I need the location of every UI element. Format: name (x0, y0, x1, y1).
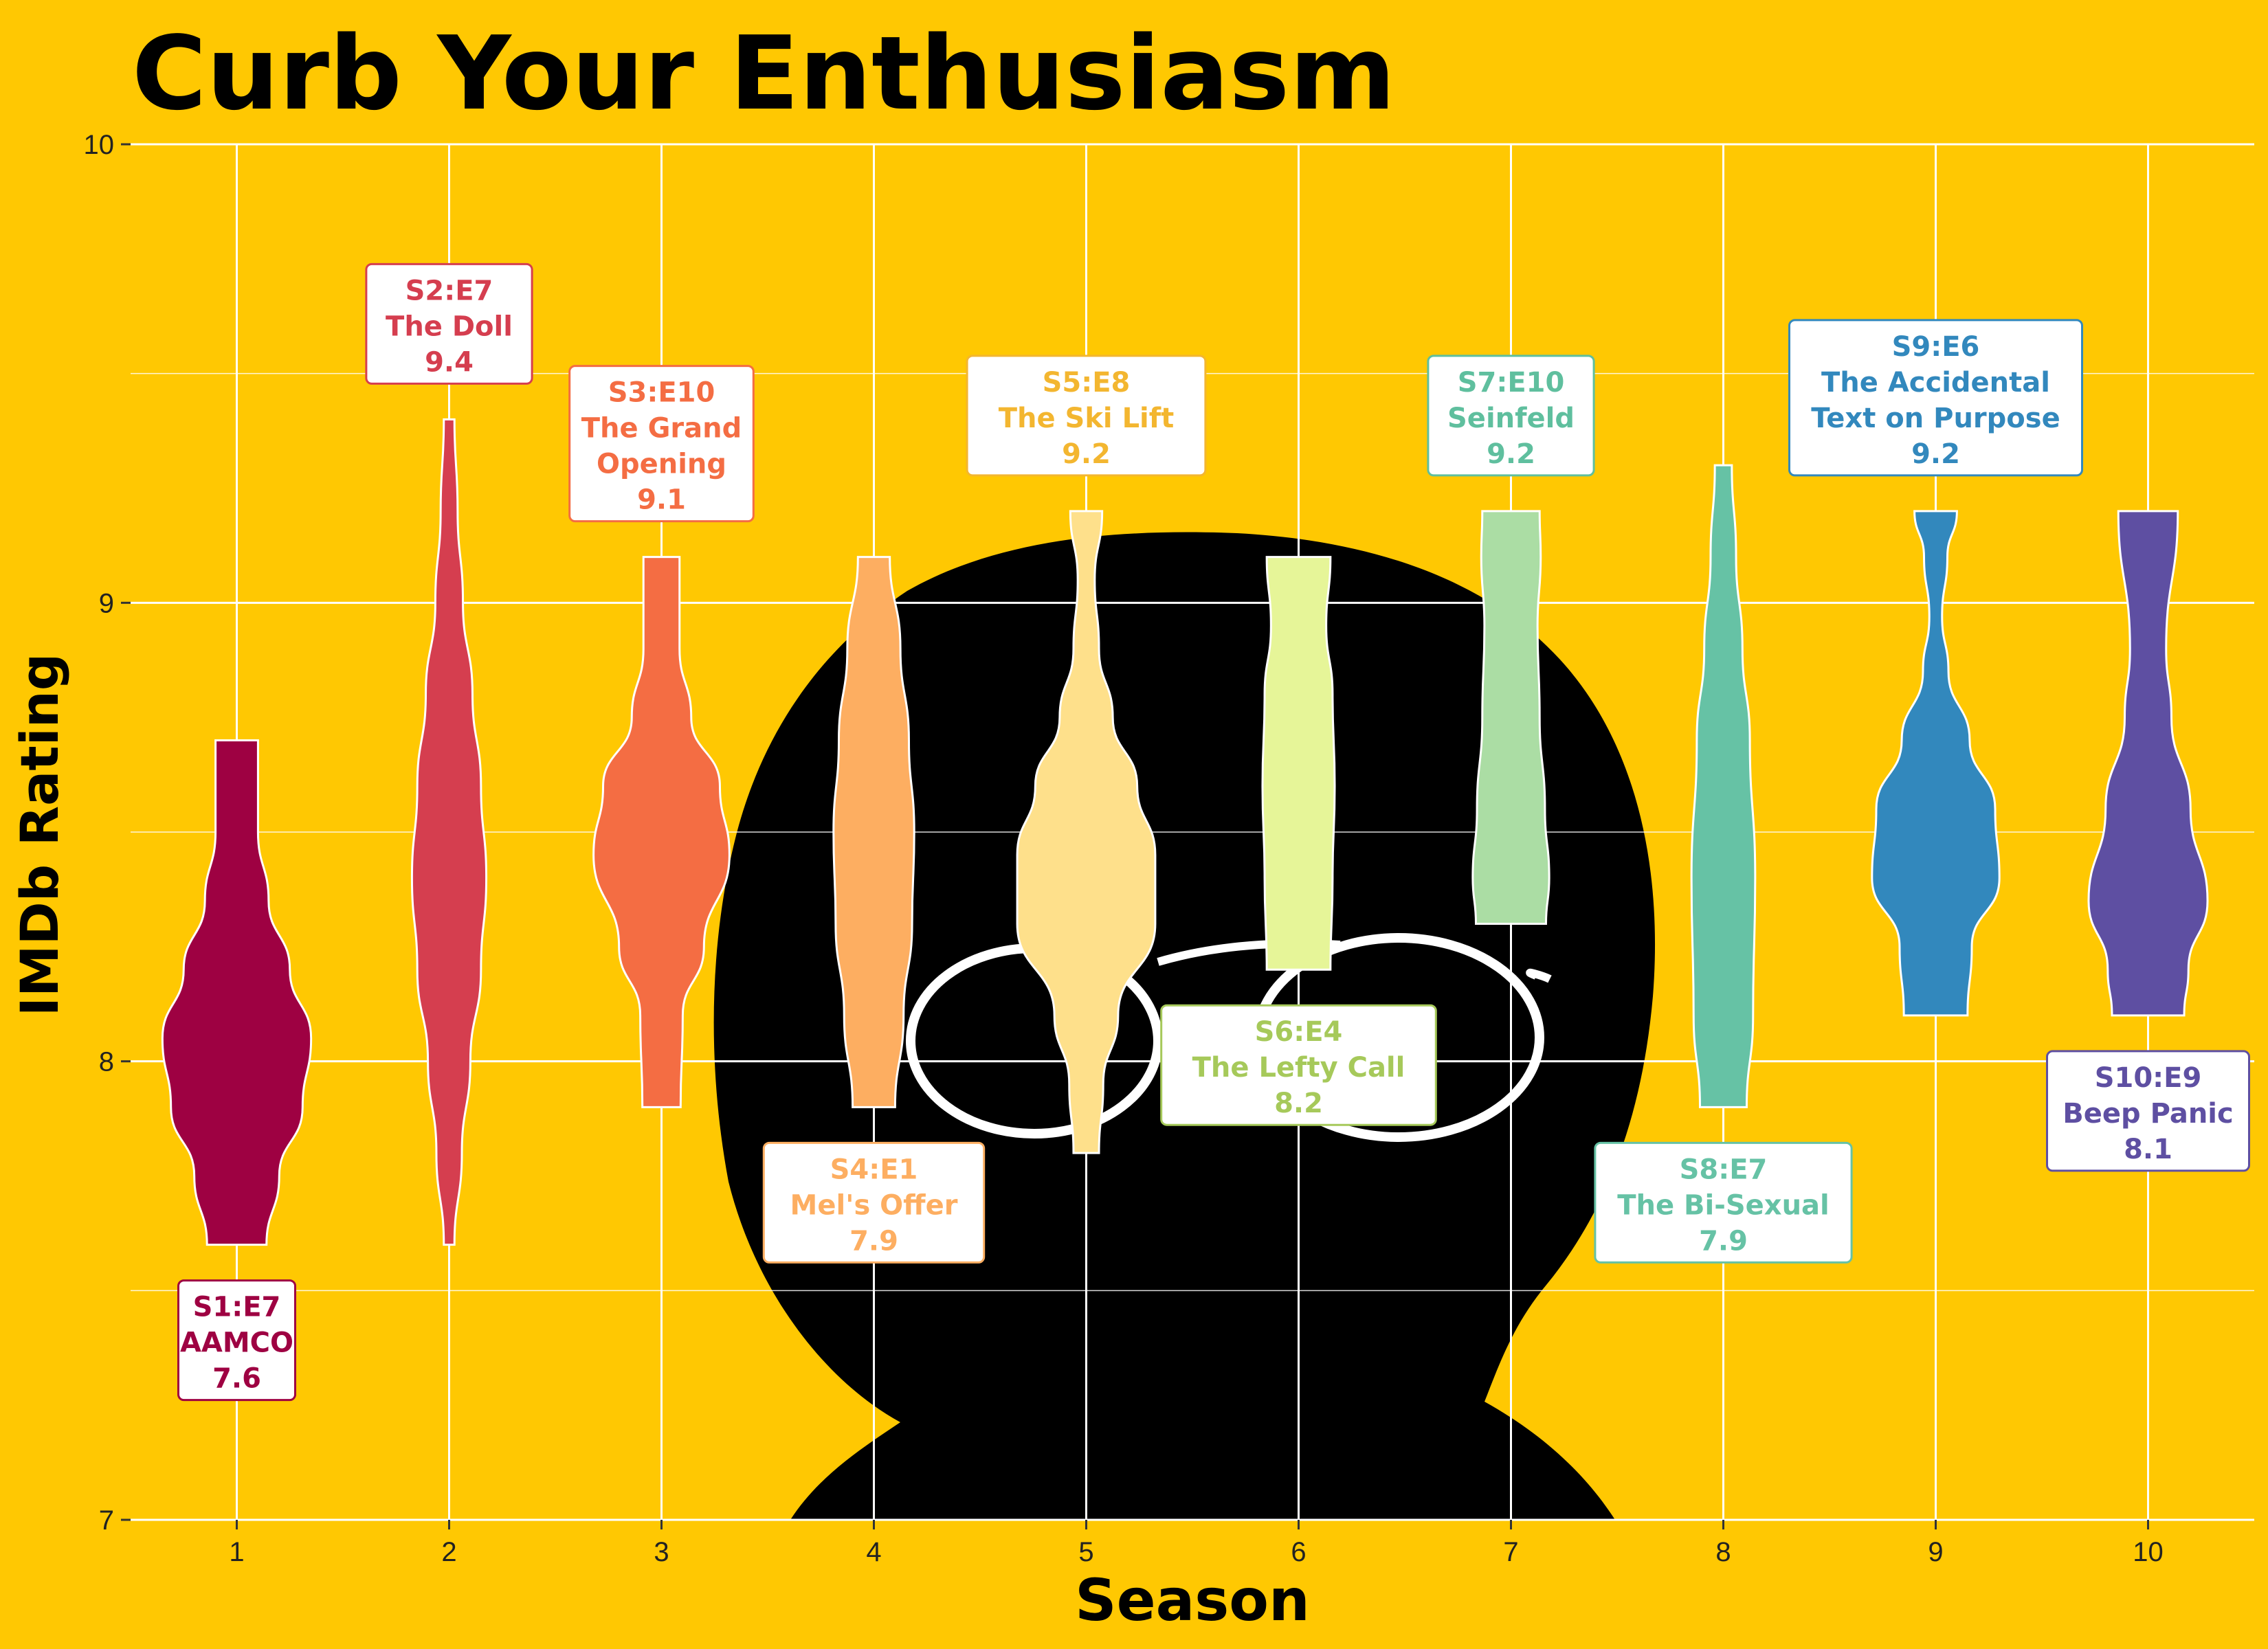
best-episode-code: S7:E10 (1458, 367, 1565, 399)
x-tick-label: 9 (1928, 1537, 1943, 1567)
best-episode-name: The Bi-Sexual (1617, 1189, 1830, 1221)
best-label-season-3: S3:E10 The Grand Opening 9.1 (568, 365, 755, 523)
best-episode-rating: 7.9 (1699, 1225, 1748, 1257)
best-label-season-7: S7:E10 Seinfeld 9.2 (1427, 355, 1595, 477)
best-episode-name: AAMCO (180, 1327, 293, 1359)
best-episode-rating: 8.2 (1274, 1088, 1323, 1119)
glasses-arm (1526, 968, 1552, 983)
best-episode-rating: 7.9 (849, 1225, 898, 1257)
x-tick-label: 2 (441, 1537, 456, 1567)
best-label-season-4: S4:E1 Mel's Offer 7.9 (762, 1141, 986, 1264)
y-tick-label: 7 (99, 1505, 114, 1536)
best-episode-name: Opening (597, 449, 726, 480)
best-episode-code: S2:E7 (405, 275, 493, 306)
best-episode-name: Seinfeld (1447, 403, 1575, 434)
best-episode-rating: 9.2 (1062, 438, 1111, 470)
chart-root: S1:E7 AAMCO 7.6 S2:E7 The Doll 9.4 S3:E10 The G… (0, 0, 2268, 1649)
best-episode-rating: 8.1 (2124, 1134, 2172, 1165)
best-episode-rating: 9.2 (1911, 438, 1960, 470)
best-episode-name: Text on Purpose (1811, 403, 2060, 434)
y-axis-title: IMDb Rating (9, 653, 70, 1017)
best-label-season-10: S10:E9 Beep Panic 8.1 (2046, 1050, 2250, 1172)
best-episode-name: The Accidental (1821, 367, 2050, 399)
best-episode-code: S9:E6 (1892, 331, 1980, 363)
best-episode-name: The Ski Lift (999, 403, 1175, 434)
best-label-season-2: S2:E7 The Doll 9.4 (365, 262, 533, 385)
x-tick-label: 7 (1503, 1537, 1518, 1567)
best-episode-code: S10:E9 (2095, 1062, 2202, 1094)
best-episode-rating: 7.6 (212, 1363, 261, 1395)
best-label-season-5: S5:E8 The Ski Lift 9.2 (966, 355, 1207, 477)
best-label-season-6: S6:E4 The Lefty Call 8.2 (1160, 1004, 1437, 1126)
y-tick-label: 10 (84, 130, 115, 160)
violin-season-7 (1471, 510, 1550, 925)
best-episode-rating: 9.1 (637, 484, 686, 516)
x-tick-label: 4 (866, 1537, 881, 1567)
best-episode-name: The Lefty Call (1192, 1052, 1405, 1084)
x-tick-label: 6 (1291, 1537, 1306, 1567)
best-episode-code: S3:E10 (608, 377, 715, 409)
chart-title: Curb Your Enthusiasm (132, 14, 1396, 133)
x-tick-label: 10 (2133, 1537, 2164, 1567)
best-episode-code: S4:E1 (830, 1154, 918, 1185)
best-episode-name: Mel's Offer (790, 1189, 958, 1221)
best-episode-code: S8:E7 (1680, 1154, 1768, 1185)
x-tick-label: 1 (229, 1537, 244, 1567)
best-episode-rating: 9.2 (1487, 438, 1535, 470)
best-episode-code: S1:E7 (193, 1292, 281, 1323)
best-episode-name: The Grand (581, 413, 742, 445)
best-label-season-8: S8:E7 The Bi-Sexual 7.9 (1594, 1141, 1853, 1264)
best-episode-code: S5:E8 (1043, 367, 1131, 399)
best-label-season-9: S9:E6 The Accidental Text on Purpose 9.2 (1788, 319, 2083, 477)
best-episode-code: S6:E4 (1255, 1016, 1343, 1048)
best-episode-name: Beep Panic (2063, 1098, 2233, 1130)
x-tick-label: 5 (1078, 1537, 1093, 1567)
x-tick-label: 3 (654, 1537, 669, 1567)
best-label-season-1: S1:E7 AAMCO 7.6 (177, 1279, 296, 1402)
violin-season-6 (1261, 556, 1336, 971)
best-episode-name: The Doll (386, 311, 513, 342)
y-tick-label: 8 (99, 1047, 114, 1077)
violin-chart: S1:E7 AAMCO 7.6 S2:E7 The Doll 9.4 S3:E10 The G… (0, 0, 2268, 1649)
best-episode-rating: 9.4 (425, 346, 474, 378)
x-tick-label: 8 (1715, 1537, 1731, 1567)
x-axis-title: Season (1075, 1567, 1310, 1634)
y-tick-label: 9 (99, 588, 114, 618)
